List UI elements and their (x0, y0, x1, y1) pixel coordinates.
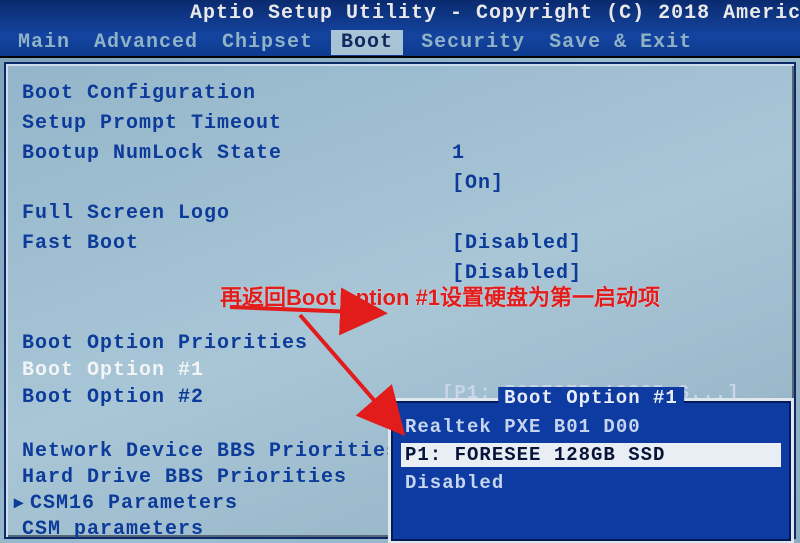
popup-item-realtek-pxe[interactable]: Realtek PXE B01 D00 (401, 415, 781, 439)
bootup-numlock-value[interactable]: [On] (452, 172, 504, 195)
setup-prompt-timeout-value[interactable]: 1 (452, 142, 465, 165)
setup-prompt-timeout-label[interactable]: Setup Prompt Timeout (22, 112, 282, 135)
boot-option-2[interactable]: Boot Option #2 (22, 386, 204, 409)
annotation-text: 再返回Boot option #1设置硬盘为第一启动项 (220, 280, 660, 312)
boot-option-popup: Boot Option #1 Realtek PXE B01 D00 P1: F… (388, 398, 794, 543)
tab-security[interactable]: Security (415, 31, 531, 54)
tab-boot[interactable]: Boot (331, 30, 403, 55)
nav-tabs: Main Advanced Chipset Boot Security Save… (12, 30, 800, 55)
header-bar: Aptio Setup Utility - Copyright (C) 2018… (0, 0, 800, 58)
bootup-numlock-label[interactable]: Bootup NumLock State (22, 142, 282, 165)
popup-item-disabled[interactable]: Disabled (401, 471, 781, 495)
tab-chipset[interactable]: Chipset (216, 31, 319, 54)
popup-item-foresee-ssd[interactable]: P1: FORESEE 128GB SSD (401, 443, 781, 467)
submenu-hdd-bbs[interactable]: Hard Drive BBS Priorities (22, 466, 347, 489)
tab-advanced[interactable]: Advanced (88, 31, 204, 54)
full-screen-logo-label[interactable]: Full Screen Logo (22, 202, 230, 225)
submenu-csm[interactable]: CSM parameters (22, 518, 204, 541)
full-screen-logo-value[interactable]: [Disabled] (452, 232, 582, 255)
submenu-marker-icon: ▸ (14, 492, 24, 514)
boot-option-1[interactable]: Boot Option #1 (22, 359, 204, 382)
popup-title: Boot Option #1 (498, 387, 684, 409)
app-title: Aptio Setup Utility - Copyright (C) 2018… (190, 2, 800, 25)
submenu-csm16[interactable]: CSM16 Parameters (30, 492, 238, 515)
tab-main[interactable]: Main (12, 31, 76, 54)
bios-screen: Aptio Setup Utility - Copyright (C) 2018… (0, 0, 800, 543)
boot-priorities-title: Boot Option Priorities (22, 332, 308, 355)
tab-save-exit[interactable]: Save & Exit (543, 31, 698, 54)
section-title: Boot Configuration (22, 82, 256, 105)
fast-boot-label[interactable]: Fast Boot (22, 232, 139, 255)
submenu-network-bbs[interactable]: Network Device BBS Priorities (22, 440, 399, 463)
